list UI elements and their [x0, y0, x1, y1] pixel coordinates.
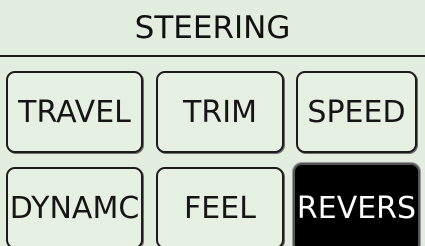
page-title: STEERING	[134, 10, 291, 46]
steering-menu-screen: STEERING TRAVEL TRIM SPEED DYNAMC FEEL R…	[0, 0, 425, 246]
reverse-button[interactable]: REVERS	[293, 163, 420, 246]
dynamic-button[interactable]: DYNAMC	[6, 167, 143, 246]
trim-button[interactable]: TRIM	[156, 71, 284, 153]
speed-button[interactable]: SPEED	[296, 71, 417, 153]
feel-button[interactable]: FEEL	[156, 167, 284, 246]
travel-button[interactable]: TRAVEL	[6, 71, 143, 153]
title-divider	[0, 55, 425, 57]
